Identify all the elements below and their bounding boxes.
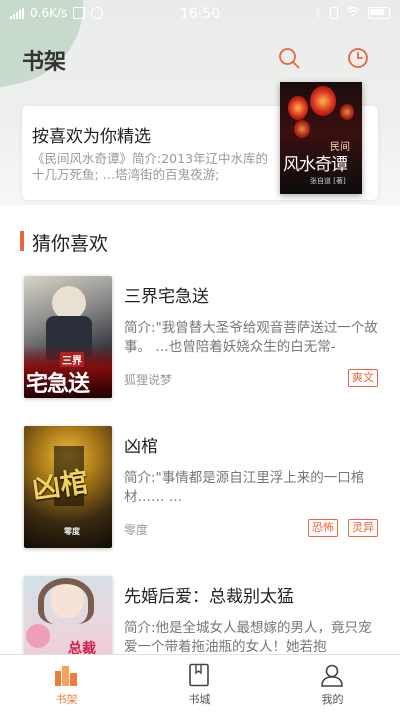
tab-bookshelf[interactable]: 书架: [0, 655, 133, 712]
book-icon: [187, 663, 211, 687]
tab-label: 书城: [188, 693, 211, 706]
cover-title: 风水奇谭: [283, 155, 348, 175]
book-author: 狐狸说梦: [124, 373, 173, 387]
book-cover[interactable]: 凶棺 零度: [24, 426, 112, 548]
book-description: 简介:"我曾替大圣爷给观音菩萨送过一个故事。 …也曾陪着妖娆众生的白无常-: [124, 320, 378, 355]
status-bar: 0.6K/s 16:50 ᛒ: [0, 0, 400, 28]
book-tag: 灵异: [348, 519, 378, 537]
bottom-tab-bar: 书架 书城 我的: [0, 654, 400, 712]
section-accent-bar: [20, 231, 24, 251]
wifi-icon: [346, 6, 360, 20]
tab-label: 书架: [55, 693, 78, 706]
page-title: 书架: [22, 50, 67, 75]
section-title: 猜你喜欢: [32, 233, 109, 255]
tab-profile[interactable]: 我的: [266, 655, 399, 712]
tab-bookstore[interactable]: 书城: [133, 655, 266, 712]
recommend-title: 按喜欢为你精选: [32, 122, 151, 147]
book-item[interactable]: 凶棺 零度 凶棺 简介:"事情都是源自江里浮上来的一口棺材…… … 零度 恐怖 …: [24, 426, 378, 551]
book-author: 零度: [124, 523, 149, 537]
book-description: 简介:他是全城女人最想嫁的男人，竟只宠爱一个带着拖油瓶的女人！她若抱: [124, 620, 372, 655]
book-cover[interactable]: 三界 宅急送: [24, 276, 112, 398]
cover-small-text: 零度: [64, 526, 80, 536]
cover-big-text: 宅急送: [26, 371, 90, 397]
vibrate-icon: [330, 7, 338, 19]
book-title: 凶棺: [124, 437, 158, 457]
bookshelf-icon: [54, 663, 78, 687]
search-icon[interactable]: [278, 47, 300, 69]
user-icon: [320, 663, 344, 687]
book-item[interactable]: 三界 宅急送 三界宅急送 简介:"我曾替大圣爷给观音菩萨送过一个故事。 …也曾陪…: [24, 276, 378, 401]
book-title: 三界宅急送: [124, 287, 209, 307]
clock-icon[interactable]: [347, 47, 369, 69]
book-title: 先婚后爱：总裁别太猛: [124, 587, 294, 607]
tab-label: 我的: [321, 693, 344, 706]
recommend-description: 《民间风水奇谭》简介:2013年辽中水库的十几万死鱼; …塔湾街的百鬼夜游;: [32, 151, 269, 182]
cover-big-text: 凶棺: [30, 465, 91, 506]
book-tag: 爽文: [348, 369, 378, 387]
recommend-book-cover[interactable]: 民间 风水奇谭 张自道 [著]: [280, 82, 362, 194]
cover-author: 张自道 [著]: [310, 177, 346, 185]
battery-icon: [368, 7, 390, 19]
book-tag: 恐怖: [308, 519, 338, 537]
bluetooth-icon: ᛒ: [315, 6, 322, 20]
book-description: 简介:"事情都是源自江里浮上来的一口棺材…… …: [124, 470, 365, 505]
cover-small-text: 三界: [60, 352, 84, 367]
